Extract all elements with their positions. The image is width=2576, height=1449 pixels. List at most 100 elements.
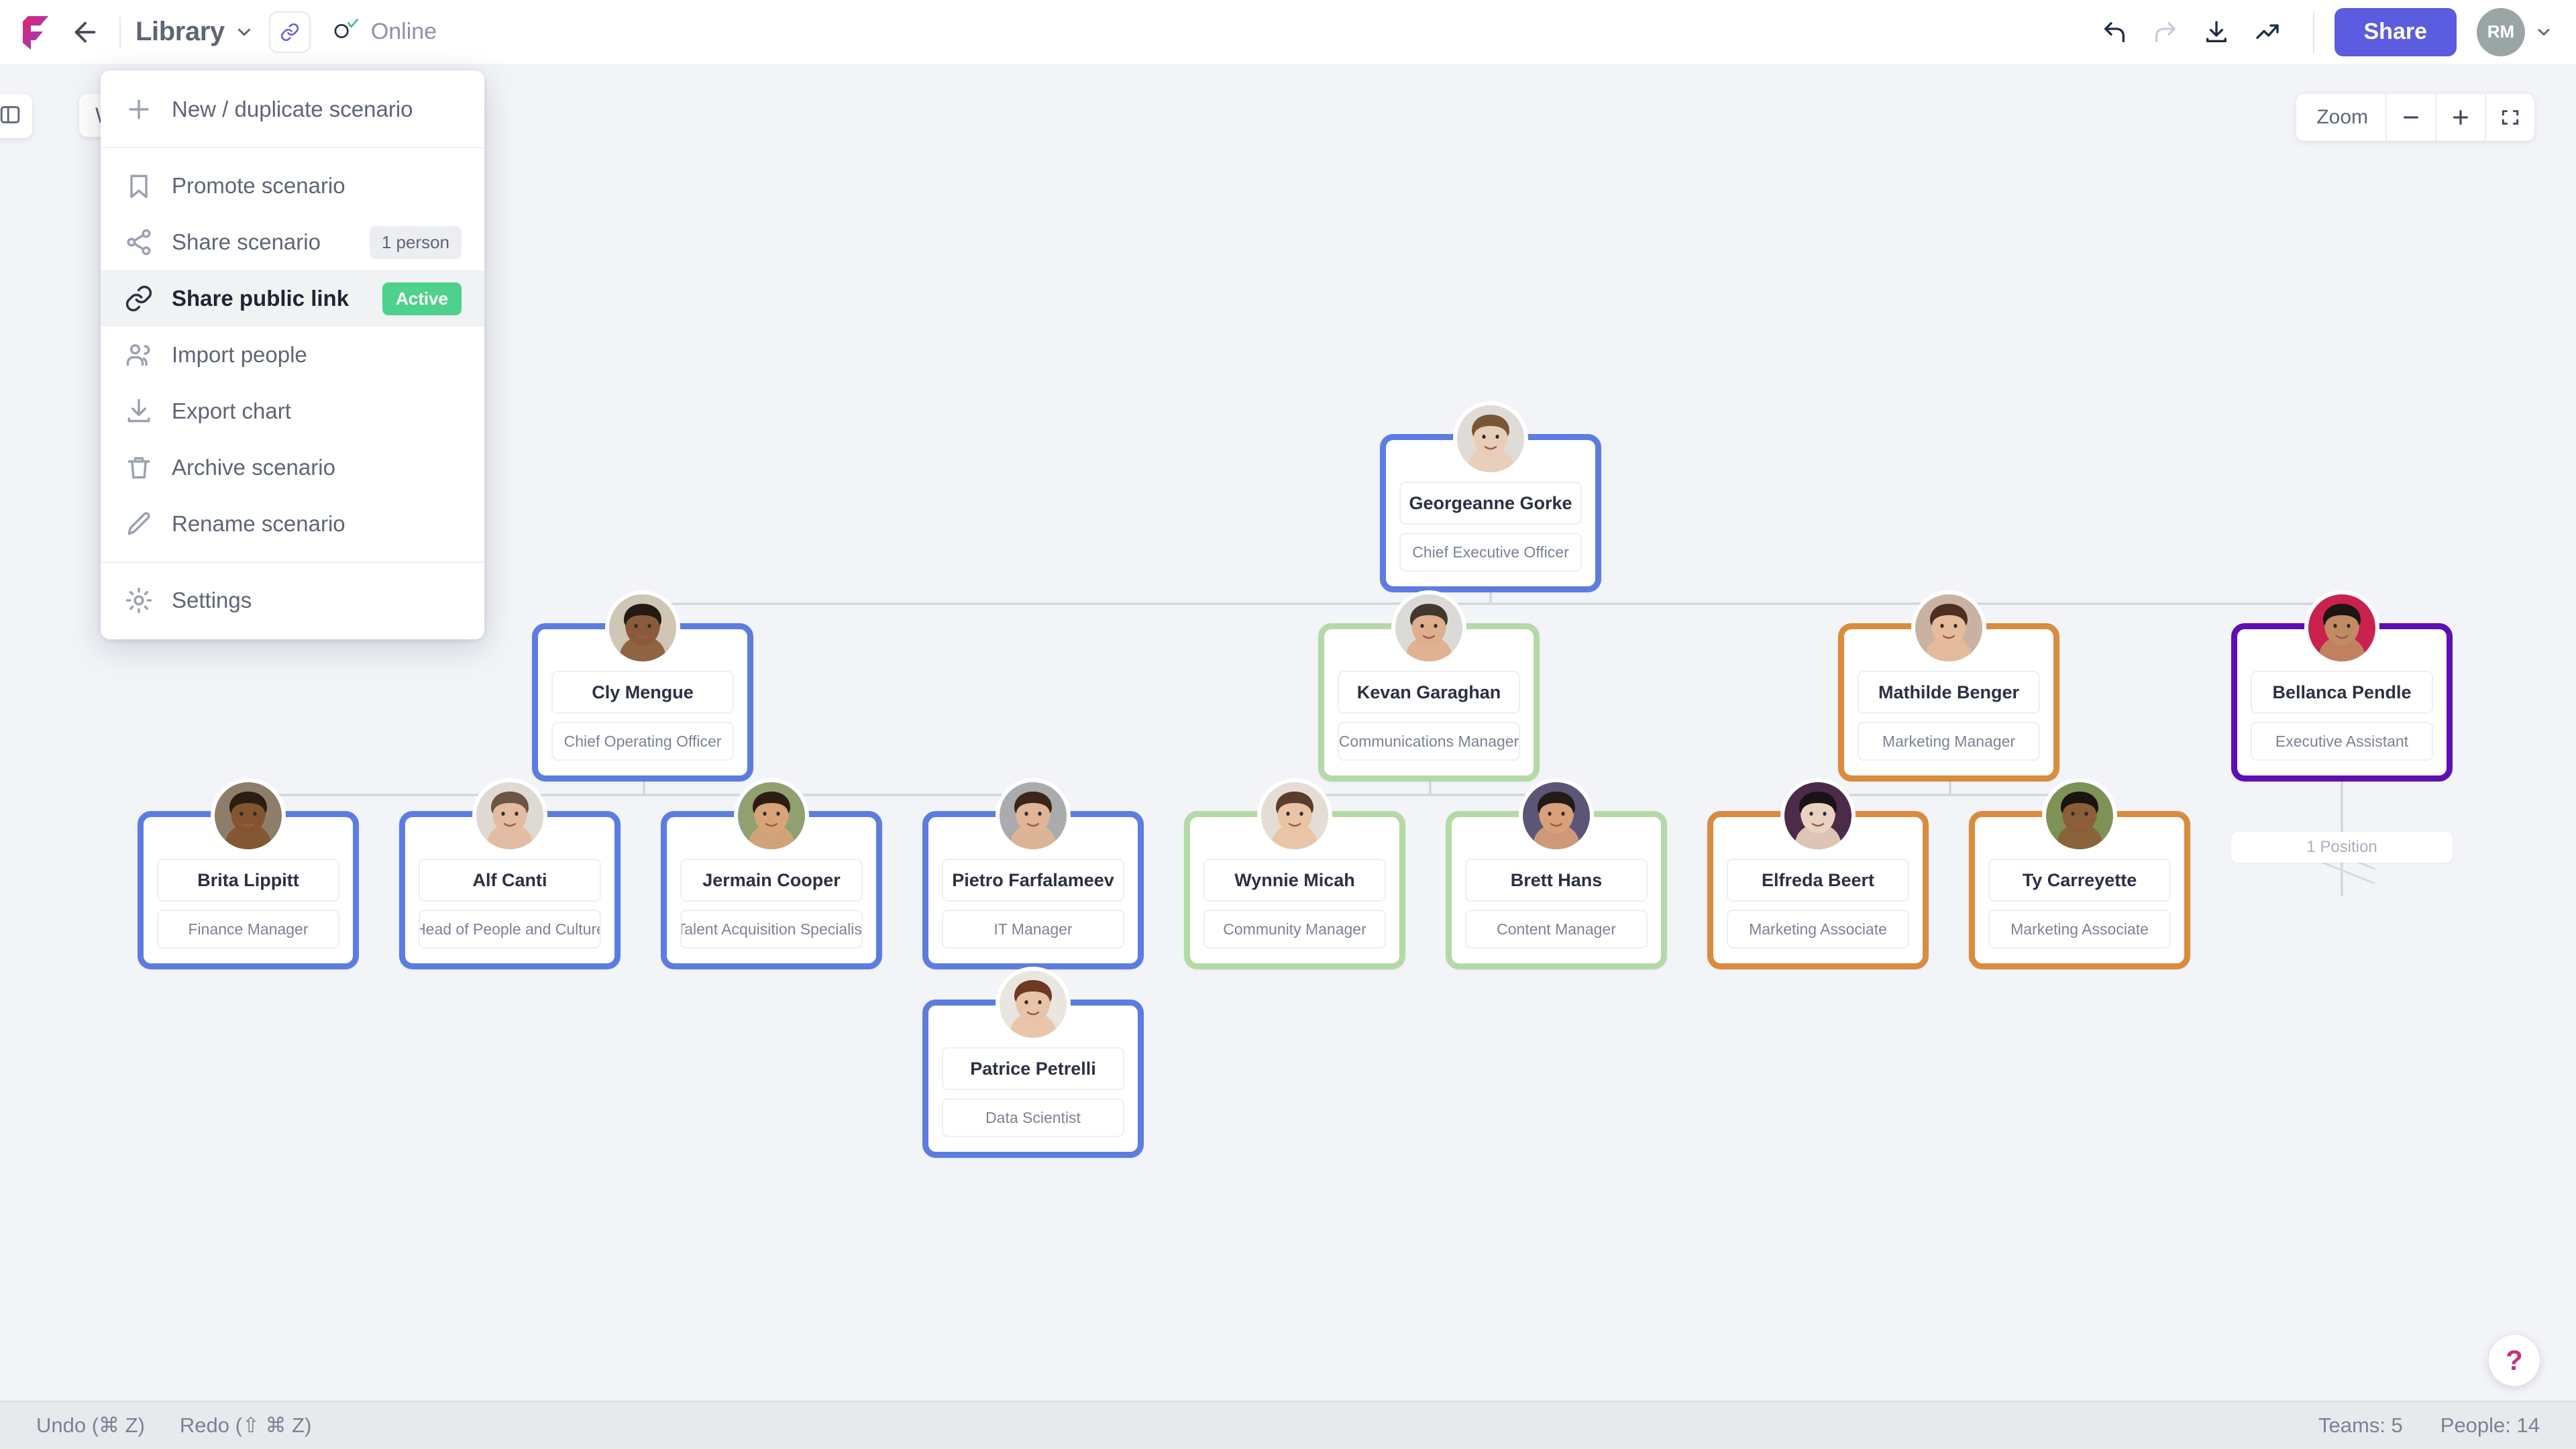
share-button[interactable]: Share	[2334, 7, 2457, 56]
menu-item-archive-scenario[interactable]: Archive scenario	[101, 439, 484, 496]
person-name: Wynnie Micah	[1203, 859, 1386, 902]
menu-item-label: Share scenario	[172, 229, 321, 254]
menu-item-settings[interactable]: Settings	[101, 572, 484, 629]
redo-arrow-icon	[2140, 7, 2191, 58]
avatar	[996, 967, 1071, 1042]
person-role: Data Scientist	[942, 1098, 1124, 1137]
org-node[interactable]: Kevan Garaghan Communications Manager	[1318, 590, 1540, 782]
person-role: Finance Manager	[157, 910, 339, 949]
menu-item-label: New / duplicate scenario	[172, 97, 413, 121]
org-node[interactable]: Wynnie Micah Community Manager	[1184, 778, 1405, 969]
org-node[interactable]: Jermain Cooper Talent Acquisition Special…	[661, 778, 882, 969]
person-role: Marketing Associate	[1727, 910, 1909, 949]
person-name: Ty Carreyette	[1988, 859, 2171, 902]
menu-item-label: Rename scenario	[172, 511, 345, 536]
person-name: Jermain Cooper	[680, 859, 863, 902]
avatar	[2304, 590, 2379, 665]
sync-status: Online	[333, 19, 437, 45]
pencil-icon	[123, 508, 154, 539]
help-button[interactable]: ?	[2489, 1335, 2540, 1386]
cloud-check-icon	[333, 19, 360, 45]
org-node[interactable]: Georgeanne Gorke Chief Executive Officer	[1380, 401, 1601, 592]
person-role: Communications Manager	[1338, 722, 1520, 761]
zoom-control: Zoom	[2296, 94, 2534, 141]
person-name: Bellanca Pendle	[2251, 671, 2433, 714]
scenario-menu: New / duplicate scenario Promote scenario…	[101, 70, 484, 639]
avatar-chevron-down-icon[interactable]	[2534, 23, 2553, 42]
top-toolbar: Library Online Share RM	[0, 0, 2576, 64]
person-name: Pietro Farfalameev	[942, 859, 1124, 902]
avatar	[605, 590, 680, 665]
sidebar-toggle-button[interactable]	[0, 94, 32, 138]
zoom-label: Zoom	[2316, 106, 2368, 128]
undo-label[interactable]: Undo (⌘ Z)	[36, 1413, 145, 1438]
org-node[interactable]: Cly Mengue Chief Operating Officer	[532, 590, 753, 782]
user-avatar[interactable]: RM	[2477, 7, 2525, 56]
app-logo-icon[interactable]	[19, 13, 52, 51]
avatar	[472, 778, 547, 853]
person-role: IT Manager	[942, 910, 1124, 949]
org-node[interactable]: Brett Hans Content Manager	[1446, 778, 1667, 969]
menu-item-label: Settings	[172, 588, 252, 612]
person-name: Cly Mengue	[551, 671, 734, 714]
public-link-button[interactable]	[268, 11, 311, 53]
avatar	[1257, 778, 1332, 853]
teams-count: Teams: 5	[2318, 1413, 2403, 1437]
org-node[interactable]: Bellanca Pendle Executive Assistant	[2231, 590, 2453, 782]
menu-item-import-people[interactable]: Import people	[101, 327, 484, 383]
menu-item-share-public-link[interactable]: Share public link Active	[101, 270, 484, 327]
org-node[interactable]: Pietro Farfalameev IT Manager	[922, 778, 1144, 969]
org-node[interactable]: Ty Carreyette Marketing Associate	[1969, 778, 2190, 969]
person-name: Alf Canti	[419, 859, 601, 902]
person-name: Patrice Petrelli	[942, 1047, 1124, 1090]
chevron-down-icon	[234, 22, 254, 42]
people-icon	[123, 339, 154, 370]
menu-item-rename-scenario[interactable]: Rename scenario	[101, 496, 484, 552]
avatar	[1780, 778, 1856, 853]
download-icon[interactable]	[2191, 7, 2242, 58]
avatar	[996, 778, 1071, 853]
menu-item-label: Share public link	[172, 286, 350, 311]
people-count: People: 14	[2440, 1413, 2540, 1437]
person-name: Elfreda Beert	[1727, 859, 1909, 902]
menu-item-new-duplicate-scenario[interactable]: New / duplicate scenario	[101, 81, 484, 138]
vacant-position-node[interactable]: 1 Position	[2231, 832, 2453, 863]
org-node[interactable]: Patrice Petrelli Data Scientist	[922, 967, 1144, 1158]
person-role: Content Manager	[1465, 910, 1648, 949]
toolbar-divider	[119, 16, 121, 48]
chain-link-icon	[123, 283, 154, 314]
menu-item-share-scenario[interactable]: Share scenario 1 person	[101, 214, 484, 270]
gear-icon	[123, 585, 154, 616]
menu-item-badge: Active	[382, 282, 462, 315]
bookmark-icon	[123, 170, 154, 201]
avatar	[211, 778, 286, 853]
person-role: Head of People and Culture	[419, 910, 601, 949]
menu-item-badge: 1 person	[369, 225, 462, 259]
zoom-out-button[interactable]	[2385, 94, 2435, 141]
zoom-in-button[interactable]	[2435, 94, 2485, 141]
redo-label[interactable]: Redo (⇧ ⌘ Z)	[180, 1413, 312, 1438]
person-role: Talent Acquisition Specialist	[680, 910, 863, 949]
trending-up-icon[interactable]	[2242, 7, 2293, 58]
person-role: Chief Operating Officer	[551, 722, 734, 761]
back-button[interactable]	[66, 13, 105, 52]
fit-screen-button[interactable]	[2485, 94, 2534, 141]
org-node[interactable]: Elfreda Beert Marketing Associate	[1707, 778, 1929, 969]
menu-item-promote-scenario[interactable]: Promote scenario	[101, 158, 484, 214]
avatar	[1391, 590, 1466, 665]
menu-item-export-chart[interactable]: Export chart	[101, 383, 484, 439]
library-dropdown-trigger[interactable]: Library	[136, 17, 254, 47]
org-node[interactable]: Alf Canti Head of People and Culture	[399, 778, 621, 969]
avatar	[734, 778, 809, 853]
toolbar-divider-right	[2312, 11, 2314, 53]
menu-separator	[101, 561, 484, 563]
org-node[interactable]: Brita Lippitt Finance Manager	[138, 778, 359, 969]
person-role: Community Manager	[1203, 910, 1386, 949]
org-node[interactable]: Mathilde Benger Marketing Manager	[1838, 590, 2059, 782]
library-name: Library	[136, 17, 225, 46]
person-name: Kevan Garaghan	[1338, 671, 1520, 714]
undo-arrow-icon[interactable]	[2089, 7, 2140, 58]
person-role: Marketing Associate	[1988, 910, 2171, 949]
menu-item-label: Export chart	[172, 398, 291, 423]
person-role: Chief Executive Officer	[1399, 533, 1582, 572]
